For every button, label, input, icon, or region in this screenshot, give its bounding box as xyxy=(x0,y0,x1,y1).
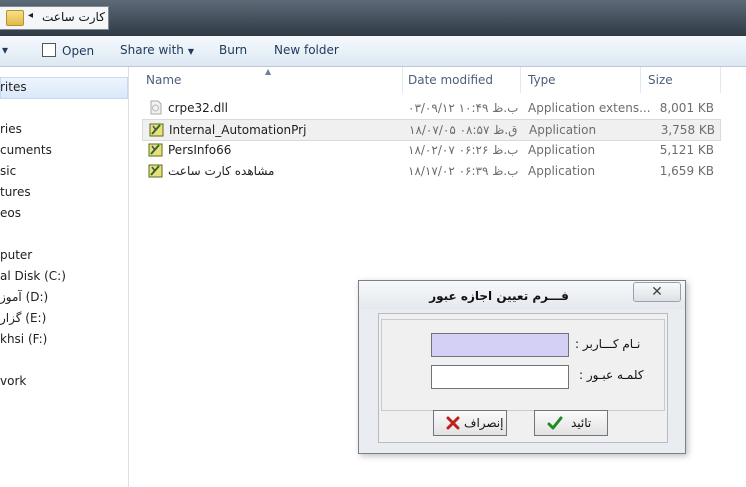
column-date-label: Date modified xyxy=(408,73,494,87)
nav-item-libraries[interactable]: ries xyxy=(0,122,22,136)
nav-item-drive-d[interactable]: آموز (D:) xyxy=(0,290,48,304)
share-with-label: Share with xyxy=(120,43,184,57)
file-date: ۱۸/۱۷/۰۲ ب.ظ ۰۶:۳۹ xyxy=(408,164,519,178)
app-icon xyxy=(148,164,163,178)
nav-item-pictures[interactable]: tures xyxy=(0,185,31,199)
toolbar: ▾ Open Share with ▼ Burn New folder xyxy=(0,36,746,67)
open-label: Open xyxy=(62,44,95,58)
file-date: ۱۸/۰۲/۰۷ ب.ظ ۰۶:۲۶ xyxy=(408,143,519,157)
file-name: مشاهده كارت ساعت xyxy=(168,164,275,178)
share-with-button[interactable]: Share with ▼ xyxy=(120,43,194,57)
column-header-name[interactable]: Name xyxy=(140,67,403,93)
file-row[interactable]: crpe32.dll ۰۳/۰۹/۱۲ ب.ظ ۱۰:۴۹ Applicatio… xyxy=(142,98,719,118)
file-row[interactable]: PersInfo66 ۱۸/۰۲/۰۷ ب.ظ ۰۶:۲۶ Applicatio… xyxy=(142,140,719,160)
file-type: Application xyxy=(529,123,597,137)
column-size-label: Size xyxy=(648,73,673,87)
dialog-body: نـام كـــاربر : كلمـه عبـور : xyxy=(378,313,668,443)
nav-item-music[interactable]: sic xyxy=(0,164,16,178)
breadcrumb-current[interactable]: كارت ساعت xyxy=(42,10,105,24)
chevron-down-icon: ▼ xyxy=(187,47,195,56)
nav-item-network[interactable]: vork xyxy=(0,374,26,388)
file-name: crpe32.dll xyxy=(168,101,228,115)
sort-ascending-icon: ▲ xyxy=(265,67,272,76)
file-size: 5,121 KB xyxy=(659,143,714,157)
nav-item-drive-c[interactable]: al Disk (C:) xyxy=(0,269,66,283)
column-header-size[interactable]: Size xyxy=(641,67,721,93)
column-header-date[interactable]: Date modified xyxy=(402,67,521,93)
file-row-selected[interactable]: Internal_AutomationPrj ۱۸/۰۷/۰۵ ق.ظ ۰۸:۵… xyxy=(142,119,721,141)
file-type: Application xyxy=(528,143,596,157)
password-label: كلمـه عبـور : xyxy=(579,368,644,382)
dialog-title: فـــرم تعيين اجازه عبور xyxy=(429,289,569,303)
burn-button[interactable]: Burn xyxy=(219,43,247,57)
organize-dropdown-arrow[interactable]: ▾ xyxy=(2,43,8,57)
checkmark-icon xyxy=(547,416,563,430)
column-header-type[interactable]: Type xyxy=(521,67,641,93)
username-label: نـام كـــاربر : xyxy=(575,337,641,351)
file-size: 8,001 KB xyxy=(659,101,714,115)
navigation-pane: rites ries cuments sic tures eos puter a… xyxy=(0,67,129,487)
file-row[interactable]: مشاهده كارت ساعت ۱۸/۱۷/۰۲ ب.ظ ۰۶:۳۹ Appl… xyxy=(142,161,719,181)
file-size: 1,659 KB xyxy=(659,164,714,178)
nav-item-drive-f[interactable]: khsi (F:) xyxy=(0,332,47,346)
nav-item-favorites[interactable]: rites xyxy=(0,80,27,94)
cancel-x-icon xyxy=(446,416,460,430)
file-size: 3,758 KB xyxy=(660,123,715,137)
file-name: Internal_AutomationPrj xyxy=(169,123,307,137)
login-dialog: فـــرم تعيين اجازه عبور ✕ نـام كـــاربر … xyxy=(358,280,686,454)
nav-item-documents[interactable]: cuments xyxy=(0,143,52,157)
ok-button[interactable]: تائيد xyxy=(534,410,608,436)
open-button[interactable]: Open xyxy=(42,43,94,58)
file-type: Application extens... xyxy=(528,101,651,115)
cancel-button[interactable]: إنصراف xyxy=(433,410,507,436)
folder-icon xyxy=(6,10,24,26)
nav-item-videos[interactable]: eos xyxy=(0,206,21,220)
breadcrumb-separator-icon[interactable]: ◂ xyxy=(28,10,33,21)
file-date: ۱۸/۰۷/۰۵ ق.ظ ۰۸:۵۷ xyxy=(409,123,518,137)
username-input[interactable] xyxy=(431,333,569,357)
address-bar[interactable]: ◂ كارت ساعت xyxy=(0,6,109,30)
file-name: PersInfo66 xyxy=(168,143,232,157)
window-chrome: ◂ كارت ساعت xyxy=(0,0,746,36)
column-name-label: Name xyxy=(146,73,182,87)
nav-item-computer[interactable]: puter xyxy=(0,248,32,262)
password-input[interactable] xyxy=(431,365,569,389)
column-type-label: Type xyxy=(528,73,556,87)
dialog-title-bar[interactable]: فـــرم تعيين اجازه عبور ✕ xyxy=(359,281,685,309)
ok-label: تائيد xyxy=(571,416,592,430)
file-type: Application xyxy=(528,164,596,178)
open-icon xyxy=(42,43,56,57)
nav-item-drive-e[interactable]: گزار (E:) xyxy=(0,311,46,325)
app-icon xyxy=(149,123,164,137)
cancel-label: إنصراف xyxy=(464,416,504,430)
dll-file-icon xyxy=(150,100,162,115)
file-date: ۰۳/۰۹/۱۲ ب.ظ ۱۰:۴۹ xyxy=(408,101,519,115)
close-button[interactable]: ✕ xyxy=(633,282,681,302)
app-icon xyxy=(148,143,163,157)
new-folder-button[interactable]: New folder xyxy=(274,43,339,57)
